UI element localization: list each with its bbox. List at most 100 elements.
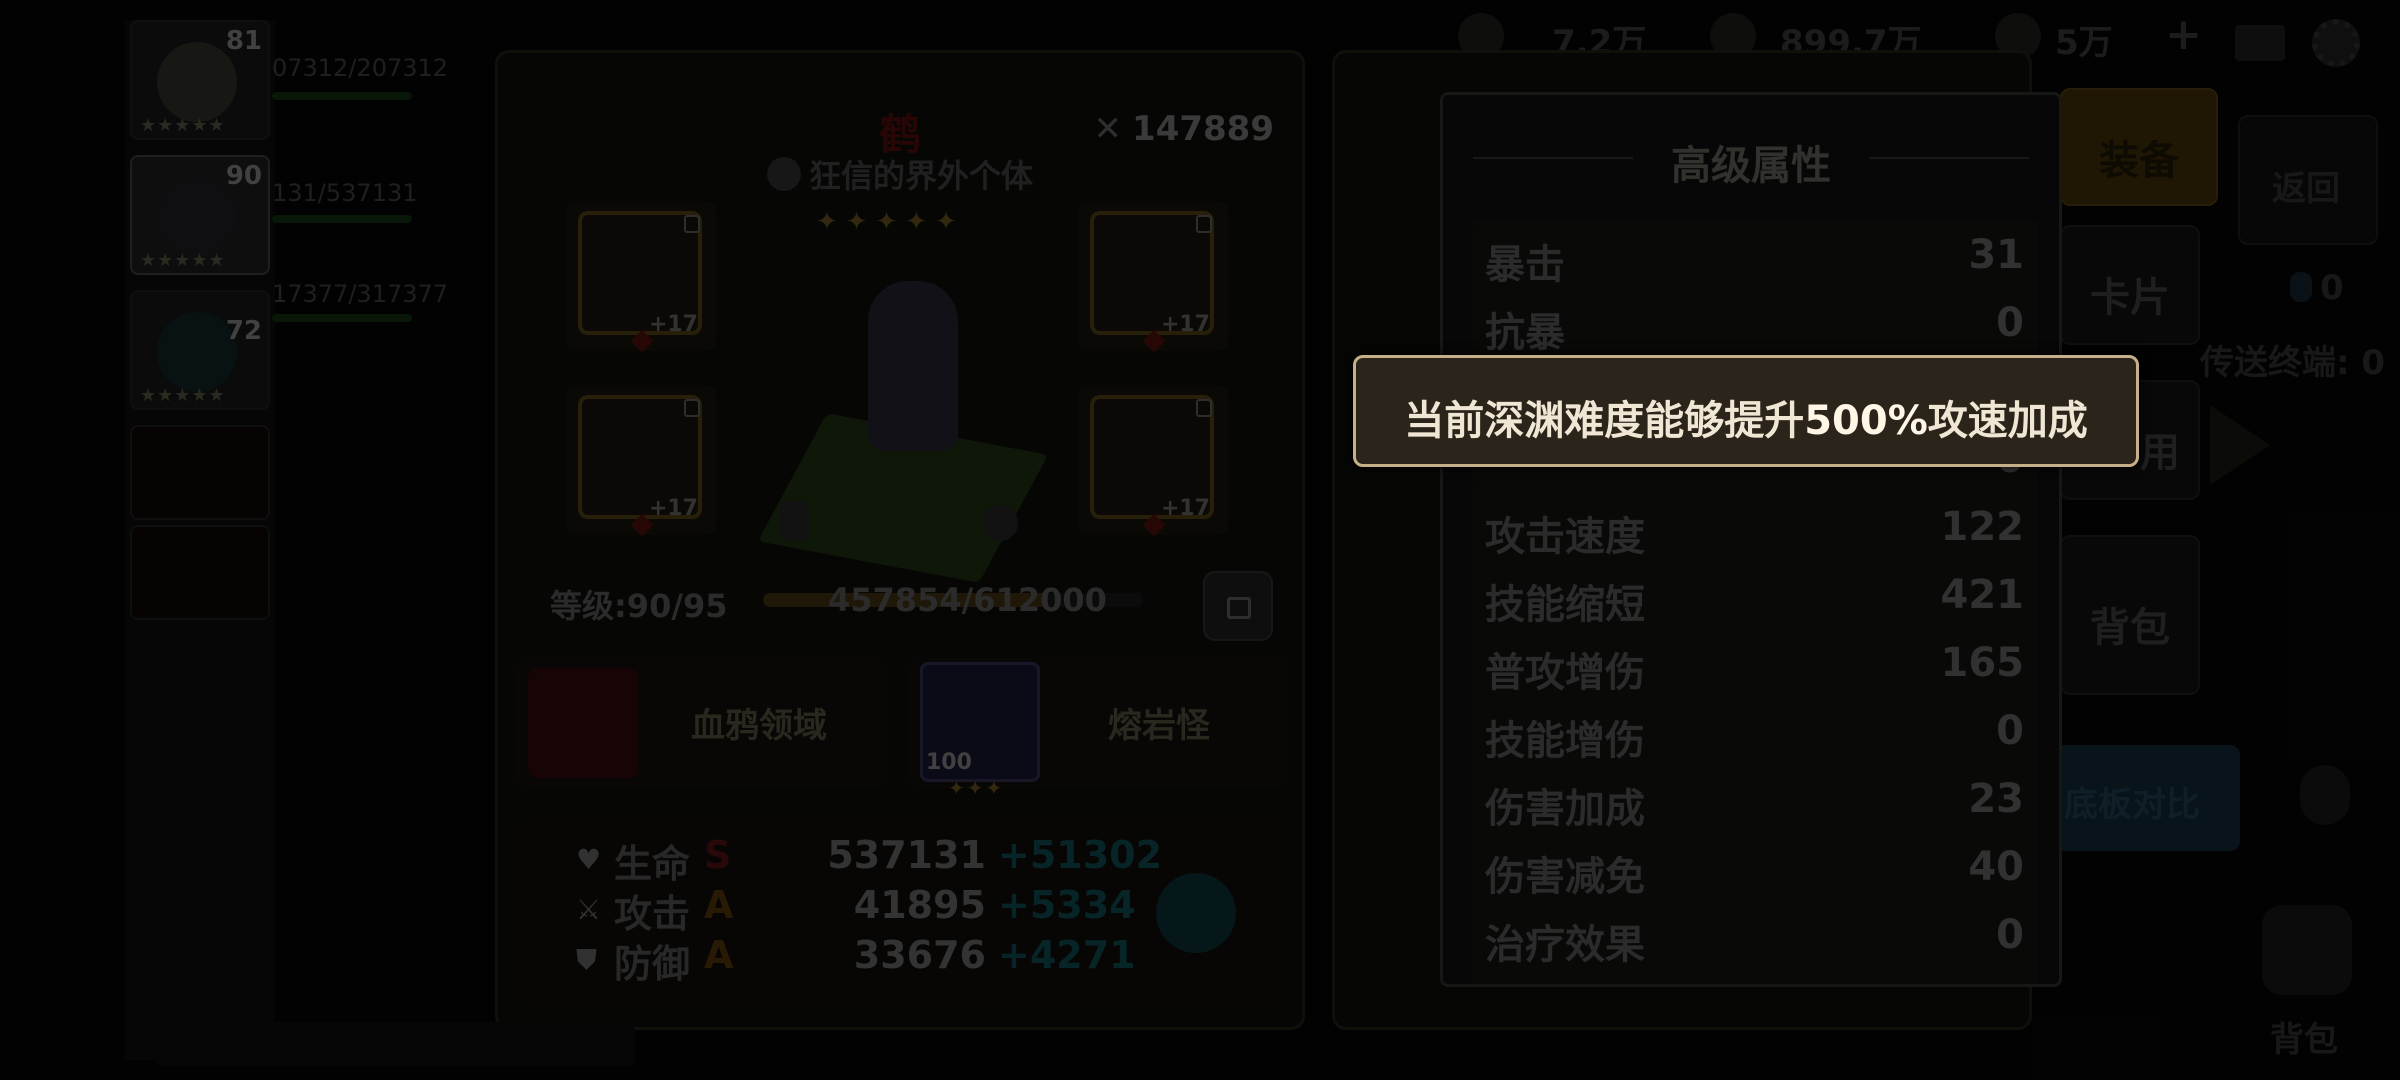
- info-icon: [766, 157, 801, 191]
- tab-label: 装备: [2099, 138, 2179, 184]
- hero-subtitle: 狂信的界外个体: [498, 151, 1302, 197]
- lock-icon: [684, 215, 700, 233]
- attribute-row: 攻击速度 122: [1473, 492, 2038, 560]
- skill-tree-icon: [982, 505, 1018, 541]
- pet-paw-icon[interactable]: [1156, 873, 1236, 953]
- chat-bar[interactable]: [155, 1022, 635, 1066]
- tab-equipment[interactable]: 装备: [2060, 88, 2218, 206]
- attributes-title: 高级属性: [1671, 143, 1831, 189]
- hero-card-5[interactable]: [130, 525, 270, 620]
- attribute-name: 伤害加成: [1485, 786, 1645, 832]
- next-arrow-icon[interactable]: [2210, 405, 2270, 485]
- hero-subtitle-text: 狂信的界外个体: [808, 157, 1033, 195]
- tab-label: 背包: [2090, 605, 2170, 651]
- shield-icon: ⛊: [576, 943, 598, 976]
- hero-card-2[interactable]: 90 ★★★★★ 131/537131: [130, 155, 418, 275]
- attribute-row: 技能缩短 421: [1473, 560, 2038, 628]
- tooltip-highlight: 500%: [1804, 398, 1928, 444]
- hero-hp: 07312/207312: [272, 54, 449, 82]
- attribute-row: 治疗效果 0: [1473, 900, 2038, 968]
- stat-bonus: +51302: [998, 833, 1163, 877]
- attribute-name: 抗暴: [1485, 310, 1565, 356]
- equip-slot-necklace[interactable]: +17: [1078, 385, 1228, 537]
- hero-level: 90: [225, 161, 262, 191]
- backpack-icon[interactable]: [2262, 905, 2352, 995]
- card-stars: ✦✦✦: [948, 776, 1005, 800]
- stat-name: 防御: [614, 942, 691, 986]
- attribute-row: 伤害加成 23: [1473, 764, 2038, 832]
- card-name: 熔岩怪: [1108, 706, 1210, 746]
- combat-power-value: 147889: [1132, 109, 1274, 149]
- crossed-swords-icon: ✕: [1093, 109, 1123, 149]
- lock-hero-button[interactable]: [1203, 571, 1273, 641]
- attribute-name: 暴击: [1485, 242, 1565, 288]
- tab-bag[interactable]: 背包: [2060, 535, 2200, 695]
- sword-icon: ⚔: [576, 893, 602, 926]
- attributes-list[interactable]: 暴击31抗暴0370攻击速度122技能缩短421普攻增伤165技能增伤0伤害加成…: [1473, 220, 2038, 984]
- hero-card-3[interactable]: 72 ★★★★★ 17377/317377: [130, 280, 448, 410]
- stat-bonus: +4271: [998, 933, 1136, 977]
- hero-stars: ★★★★★: [140, 250, 226, 271]
- skill-slot[interactable]: 血鸦领域: [516, 658, 886, 788]
- attribute-value: 0: [1996, 912, 2024, 958]
- crystal-count: 0: [2320, 268, 2344, 308]
- stat-name: 攻击: [614, 892, 691, 936]
- stat-grade: A: [704, 883, 734, 927]
- tooltip-suffix: 攻速加成: [1927, 398, 2088, 444]
- back-label: 返回: [2272, 169, 2340, 209]
- equip-slot-weapon[interactable]: +17: [566, 201, 716, 353]
- attribute-name: 技能增伤: [1485, 718, 1645, 764]
- attribute-name: 攻击速度: [1485, 514, 1645, 560]
- stat-value: 537131: [827, 833, 986, 877]
- game-screen: 7.2万 899.7万 5万 + 81 ★★★★★ 07312/207312 9…: [0, 0, 2400, 1080]
- attribute-name: 技能缩短: [1485, 582, 1645, 628]
- mail-icon[interactable]: [2235, 25, 2285, 61]
- compare-button[interactable]: 底板对比: [2050, 745, 2240, 851]
- tab-card[interactable]: 卡片: [2060, 225, 2200, 345]
- backpack-label: 背包: [2270, 1020, 2338, 1060]
- abyss-tooltip: 当前深渊难度能够提升500%攻速加成: [1353, 355, 2139, 467]
- equip-plus: +17: [648, 312, 698, 337]
- xp-text: 457854/612000: [828, 581, 1107, 619]
- settings-gear-icon[interactable]: [2312, 19, 2360, 67]
- attribute-row: 伤害减免 40: [1473, 832, 2038, 900]
- padlock-icon: [1227, 597, 1251, 619]
- hero-card-4[interactable]: [130, 425, 270, 520]
- hero-card-1[interactable]: 81 ★★★★★ 07312/207312: [130, 20, 448, 140]
- attribute-row: 抗暴 0: [1473, 288, 2038, 356]
- back-button[interactable]: 返回: [2238, 115, 2378, 245]
- equip-plus: +17: [648, 496, 698, 521]
- attribute-value: 94: [1968, 980, 2024, 984]
- crystal-icon: [2290, 272, 2312, 302]
- attribute-name: 治疗效果: [1485, 922, 1645, 968]
- hero-list: 81 ★★★★★ 07312/207312 90 ★★★★★ 131/53713…: [125, 20, 448, 1060]
- hero-stars: ★★★★★: [140, 115, 226, 136]
- resource-3-value: 5万: [2055, 23, 2113, 63]
- stat-grade: S: [704, 833, 732, 877]
- stat-grade: A: [704, 933, 734, 977]
- equip-slot-ring[interactable]: +17: [1078, 201, 1228, 353]
- hero-level-text: 等级:90/95: [550, 587, 728, 625]
- attribute-value: 0: [1996, 708, 2024, 754]
- lock-icon: [684, 399, 700, 417]
- attribute-value: 421: [1940, 572, 2025, 618]
- equip-slot-armor[interactable]: +17: [566, 385, 716, 537]
- hero-level: 72: [225, 316, 262, 346]
- tooltip-text: 当前深渊难度能够提升500%攻速加成: [1356, 388, 2136, 446]
- card-slot[interactable]: 100 ✦✦✦ 熔岩怪: [908, 658, 1288, 800]
- attribute-row: 暴击 31: [1473, 220, 2038, 288]
- attribute-name: 恢复效果: [1485, 980, 1645, 984]
- attribute-name: 伤害减免: [1485, 854, 1645, 900]
- stat-value: 41895: [853, 883, 986, 927]
- hero-hp: 131/537131: [272, 179, 418, 207]
- stat-name: 生命: [614, 842, 691, 886]
- stat-value: 33676: [853, 933, 986, 977]
- blood-crow-skill-icon: [528, 668, 638, 778]
- lightbulb-icon[interactable]: [2300, 765, 2350, 825]
- attribute-row: 恢复效果 94: [1473, 968, 2038, 984]
- add-resource-button[interactable]: +: [2165, 9, 2202, 60]
- attribute-value: 122: [1940, 504, 2025, 550]
- hero-hp-bar: [272, 92, 412, 100]
- compare-label: 底板对比: [2064, 785, 2200, 825]
- hero-level: 81: [225, 26, 262, 56]
